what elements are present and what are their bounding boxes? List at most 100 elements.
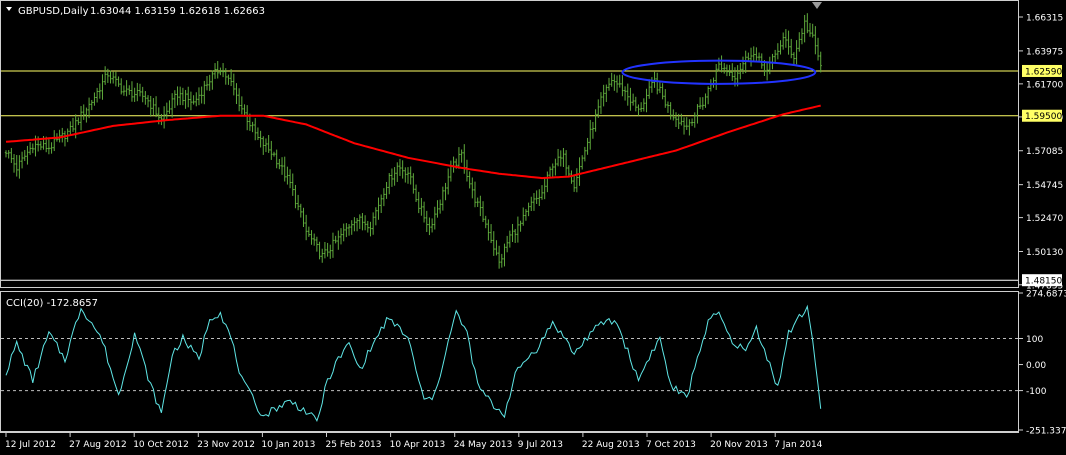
price-bar bbox=[535, 190, 538, 204]
price-bar bbox=[556, 148, 560, 167]
price-bar bbox=[61, 127, 64, 143]
price-bar bbox=[720, 55, 723, 73]
price-bar bbox=[629, 87, 632, 111]
price-bar bbox=[334, 235, 337, 244]
price-bar bbox=[626, 83, 629, 106]
price-bar bbox=[436, 200, 439, 218]
price-bar bbox=[473, 181, 477, 208]
time-tick-label: 27 Aug 2012 bbox=[69, 440, 127, 450]
price-bar bbox=[71, 117, 75, 132]
cci-series bbox=[5, 304, 822, 423]
ohlc-values: 1.63044 1.63159 1.62618 1.62663 bbox=[90, 6, 265, 17]
price-bar bbox=[112, 71, 115, 84]
price-bar bbox=[179, 86, 182, 106]
price-bar bbox=[205, 75, 209, 91]
price-bar bbox=[291, 173, 294, 196]
price-bar bbox=[747, 52, 750, 62]
time-tick-label: 10 Jan 2013 bbox=[261, 440, 315, 450]
price-bar bbox=[682, 117, 686, 135]
time-tick-label: 20 Nov 2013 bbox=[710, 440, 768, 450]
price-bar bbox=[377, 197, 380, 220]
price-bar bbox=[136, 82, 139, 102]
price-bar bbox=[538, 189, 541, 207]
time-tick-label: 7 Oct 2013 bbox=[646, 440, 696, 450]
menu-arrow-icon[interactable] bbox=[6, 7, 12, 11]
price-bar bbox=[449, 160, 453, 182]
price-bar bbox=[189, 91, 193, 111]
time-axis: 12 Jul 2012 27 Aug 2012 10 Oct 2012 23 Nov … bbox=[5, 432, 823, 450]
price-bar bbox=[31, 143, 34, 154]
price-bar bbox=[390, 168, 394, 187]
price-bar bbox=[90, 99, 93, 111]
price-tick-label: 1.57085 bbox=[1026, 147, 1063, 157]
price-bar bbox=[152, 98, 155, 116]
price-bar bbox=[696, 104, 699, 124]
price-bar bbox=[23, 150, 26, 162]
chart-shift-marker-icon[interactable] bbox=[812, 2, 822, 9]
price-bar bbox=[503, 243, 506, 267]
price-bar bbox=[95, 87, 99, 103]
price-bar bbox=[650, 77, 654, 93]
price-tick-label: 1.50130 bbox=[1026, 248, 1063, 258]
price-bar bbox=[69, 121, 72, 135]
price-bar bbox=[280, 157, 284, 175]
price-bar bbox=[725, 64, 729, 77]
cci-label: CCI(20) -172.8657 bbox=[6, 298, 98, 309]
price-bar bbox=[117, 76, 120, 87]
price-bar bbox=[497, 245, 501, 269]
price-bar bbox=[358, 214, 361, 229]
price-bar bbox=[165, 102, 168, 120]
price-bar bbox=[607, 77, 611, 91]
price-bar bbox=[374, 207, 378, 226]
price-bar bbox=[814, 26, 817, 55]
price-bar bbox=[594, 109, 597, 132]
price-bar bbox=[229, 69, 233, 87]
price-bar bbox=[658, 82, 662, 94]
price-bar bbox=[597, 99, 600, 118]
price-bar bbox=[559, 150, 562, 167]
price-bar bbox=[779, 40, 782, 55]
price-bar bbox=[484, 215, 487, 229]
price-bar bbox=[468, 171, 471, 189]
price-bar bbox=[613, 74, 616, 91]
price-bar bbox=[353, 217, 356, 232]
price-bar bbox=[256, 127, 260, 141]
price-bar bbox=[82, 104, 85, 120]
price-bar bbox=[138, 83, 142, 97]
time-tick-label: 9 Jul 2013 bbox=[518, 440, 563, 450]
price-bar bbox=[114, 71, 118, 87]
price-bar bbox=[755, 47, 758, 61]
cci-tick-label: 0.00 bbox=[1026, 361, 1046, 371]
price-bar bbox=[272, 151, 276, 157]
price-bar bbox=[589, 119, 592, 150]
cci-tick-label: -100 bbox=[1026, 387, 1047, 397]
price-bar bbox=[337, 230, 340, 250]
price-bar bbox=[591, 122, 595, 139]
price-tick-label: 1.63975 bbox=[1026, 47, 1063, 57]
price-bar bbox=[4, 150, 8, 158]
price-bar bbox=[393, 167, 396, 186]
price-bar bbox=[765, 63, 769, 81]
price-bar bbox=[757, 52, 761, 61]
price-bar bbox=[235, 83, 238, 105]
cci-axis: 274.6873 100 0.00 -100 -251.3371 bbox=[1019, 290, 1066, 437]
price-bar bbox=[168, 100, 171, 114]
price-bar bbox=[540, 185, 544, 200]
price-bar bbox=[345, 223, 348, 238]
price-bar bbox=[120, 78, 123, 95]
price-bar bbox=[798, 32, 801, 52]
price-bar bbox=[227, 74, 230, 85]
price-bar bbox=[133, 87, 136, 102]
time-tick-label: 23 Nov 2012 bbox=[197, 440, 255, 450]
price-bar bbox=[412, 173, 415, 194]
price-bar bbox=[283, 156, 286, 182]
price-bar bbox=[197, 87, 201, 106]
price-bar bbox=[141, 86, 144, 103]
price-axis: 1.663151.639751.617001.594201.570851.547… bbox=[1019, 13, 1063, 291]
price-bar bbox=[575, 168, 579, 193]
price-bar bbox=[471, 177, 474, 199]
price-bar bbox=[505, 235, 509, 253]
price-bar bbox=[645, 88, 648, 113]
price-chart[interactable]: 1.663151.639751.617001.594201.570851.547… bbox=[0, 0, 1066, 455]
time-tick-label: 24 May 2013 bbox=[454, 440, 513, 450]
